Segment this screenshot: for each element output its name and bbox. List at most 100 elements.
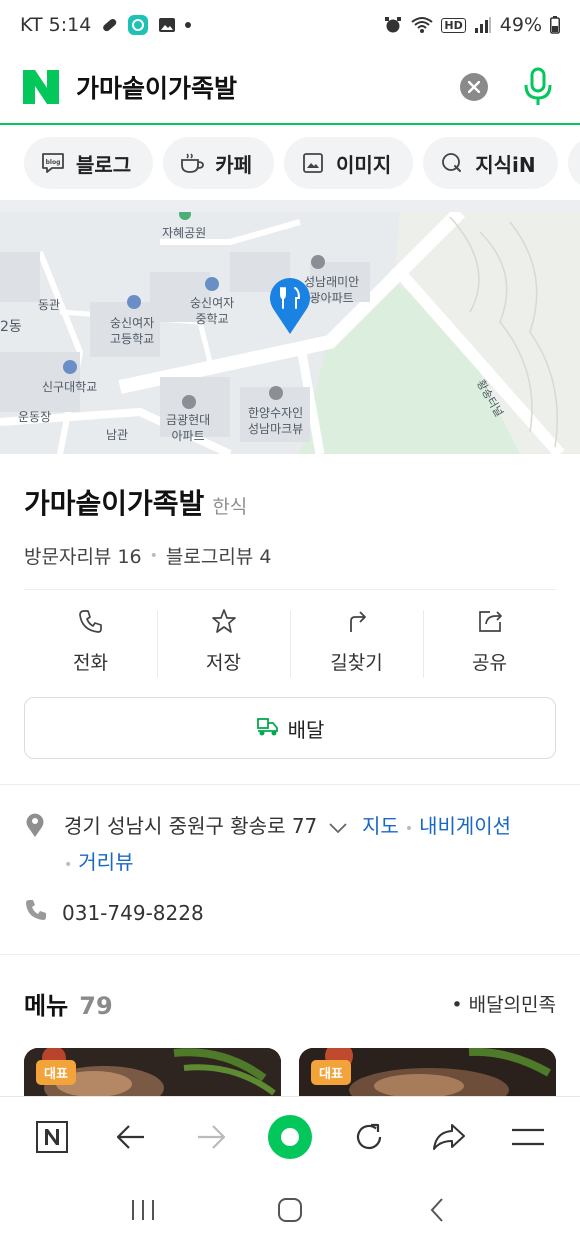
gallery-icon — [157, 15, 177, 35]
home-square-icon — [277, 1198, 302, 1222]
search-input[interactable]: 가마솥이가족발 — [76, 69, 460, 105]
microphone-icon — [524, 67, 552, 105]
refresh-button[interactable] — [341, 1109, 397, 1165]
visitor-review-link[interactable]: 방문자리뷰 16 — [24, 542, 142, 569]
voice-search-button[interactable] — [518, 65, 558, 109]
separator-dot: • — [149, 547, 158, 564]
battery-icon — [550, 16, 560, 34]
map-label-stadium: 운동장 — [18, 410, 52, 424]
green-dot-icon — [267, 1114, 312, 1159]
menu-title: 메뉴 — [24, 992, 69, 1020]
alarm-icon — [383, 15, 403, 35]
arrow-left-icon — [117, 1124, 145, 1149]
address-text: 경기 성남시 중원구 황송로 77 — [64, 814, 318, 838]
recent-apps-icon — [132, 1200, 155, 1220]
chip-knowledge-in[interactable]: 지식iN — [423, 137, 558, 189]
recent-apps-button[interactable] — [113, 1180, 173, 1240]
section-divider — [0, 784, 580, 785]
refresh-icon — [357, 1123, 382, 1149]
naver-logo[interactable] — [22, 69, 60, 104]
chip-blog[interactable]: blog 블로그 — [24, 137, 154, 189]
map-label-high-school: 숭신여자 고등학교 — [110, 316, 155, 346]
phone-row[interactable]: 031-749-8228 — [24, 898, 204, 927]
svg-text:blog: blog — [46, 159, 61, 166]
map-link[interactable]: 지도 — [362, 814, 399, 838]
place-summary: 가마솥이가족발 한식 방문자리뷰 16 • 블로그리뷰 4 — [0, 454, 580, 569]
close-icon — [468, 80, 480, 93]
hamburger-icon — [512, 1128, 545, 1145]
status-bar: KT 5:14 HD 49% — [0, 0, 580, 50]
chip-image[interactable]: 이미지 — [284, 137, 414, 189]
more-notifications-dot — [185, 22, 192, 28]
battery-level: 49% — [499, 14, 542, 36]
phone-number: 031-749-8228 — [62, 900, 204, 925]
carrier-time: KT 5:14 — [20, 14, 92, 36]
green-dot-button[interactable] — [262, 1109, 318, 1165]
share-page-button[interactable] — [421, 1109, 477, 1165]
save-button[interactable]: 저장 — [157, 600, 290, 680]
representative-badge: 대표 — [311, 1060, 351, 1085]
section-separator — [0, 200, 580, 212]
restaurant-marker-icon[interactable] — [268, 276, 312, 334]
map-label-park: 자혜공원 — [162, 226, 207, 240]
blog-icon: blog — [40, 150, 66, 176]
naver-home-button[interactable] — [24, 1109, 80, 1165]
map-label-university: 신구대학교 — [42, 380, 98, 394]
map-label-namgwan: 남관 — [106, 428, 129, 442]
pill-icon — [99, 15, 119, 35]
share-arrow-icon — [432, 1123, 465, 1150]
hd-badge: HD — [441, 17, 466, 33]
map-label-apartment-2: 한양수자인 성남마크뷰 — [248, 406, 304, 436]
menu-source-link[interactable]: • 배달의민족 — [451, 990, 556, 1017]
image-icon — [300, 150, 326, 176]
arrow-right-icon — [197, 1124, 225, 1149]
directions-button[interactable]: 길찾기 — [290, 600, 423, 680]
place-category: 한식 — [212, 496, 248, 518]
search-header: 가마솥이가족발 — [0, 50, 580, 125]
delivery-button[interactable]: 배달 — [24, 697, 556, 759]
knowledge-q-icon — [439, 150, 465, 176]
share-button[interactable]: 공유 — [423, 600, 556, 680]
chevron-left-icon — [430, 1198, 443, 1222]
chip-cafe[interactable]: 카페 — [163, 137, 275, 189]
star-icon — [209, 606, 239, 636]
chevron-down-icon[interactable] — [328, 811, 348, 844]
chip-more[interactable] — [567, 137, 580, 189]
system-navigation-bar — [0, 1176, 580, 1244]
directions-icon — [342, 606, 372, 636]
delivery-scooter-icon — [256, 715, 280, 742]
menu-header: 메뉴 79 • 배달의민족 — [24, 986, 556, 1021]
back-button[interactable] — [103, 1109, 159, 1165]
wifi-icon — [411, 16, 434, 34]
location-pin-icon — [24, 810, 52, 882]
clear-search-button[interactable] — [460, 72, 488, 101]
app-notification-icon — [127, 14, 149, 36]
location-map[interactable]: 자혜공원 동관 숭신여자 중학교 숭신여자 고등학교 신구대학교 운동장 남관 … — [0, 212, 580, 454]
map-label-district: 2동 — [0, 319, 22, 335]
menu-count: 79 — [79, 992, 113, 1020]
search-tab-chips: blog 블로그 카페 이미지 지식iN — [0, 126, 580, 200]
naver-n-icon — [35, 1120, 68, 1153]
call-button[interactable]: 전화 — [24, 600, 157, 680]
blog-review-link[interactable]: 블로그리뷰 4 — [166, 542, 272, 569]
navigation-link[interactable]: 내비게이션 — [419, 814, 511, 838]
cafe-cup-icon — [179, 150, 205, 176]
browser-toolbar — [0, 1096, 580, 1176]
home-button[interactable] — [260, 1180, 320, 1240]
phone-icon — [76, 606, 106, 636]
divider — [24, 589, 556, 590]
system-back-button[interactable] — [407, 1180, 467, 1240]
place-name: 가마솥이가족발 — [24, 487, 205, 520]
phone-icon — [24, 898, 48, 927]
map-label-apartment-3: 성남래미안 광아파트 — [304, 275, 360, 305]
delivery-label: 배달 — [287, 717, 325, 742]
map-label-donggwan: 동관 — [38, 298, 61, 312]
street-view-link[interactable]: 거리뷰 — [78, 850, 133, 874]
signal-icon — [474, 17, 492, 33]
address-row: 경기 성남시 중원구 황송로 77 지도 • 내비게이션 • 거리뷰 — [24, 810, 556, 882]
share-icon — [475, 606, 505, 636]
map-label-middle-school: 숭신여자 중학교 — [190, 296, 235, 326]
place-actions: 전화 저장 길찾기 공유 — [24, 600, 556, 680]
forward-button[interactable] — [183, 1109, 239, 1165]
menu-button[interactable] — [500, 1109, 556, 1165]
